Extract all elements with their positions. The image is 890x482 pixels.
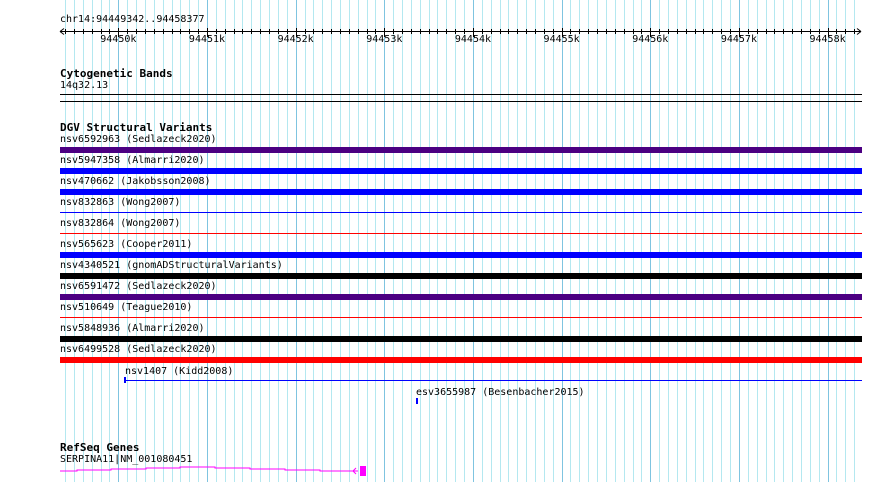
dgv-track-title[interactable]: DGV Structural Variants — [60, 122, 212, 134]
ruler-tick-label: 94454k — [454, 34, 492, 45]
sv-feature-label: nsv4340521 (gnomADStructuralVariants) — [60, 260, 283, 271]
ruler-tick-label: 94458k — [809, 34, 846, 45]
sv-feature-bar[interactable] — [60, 336, 862, 342]
sv-feature-label: nsv1407 (Kidd2008) — [125, 366, 234, 377]
cytoband-line-bottom — [60, 101, 862, 102]
sv-feature-bar[interactable] — [60, 252, 862, 258]
gene-model[interactable] — [0, 460, 890, 482]
ruler-tick-label: 94457k — [720, 34, 757, 45]
ruler-tick-label: 94453k — [366, 34, 403, 45]
sv-feature-bar[interactable] — [60, 317, 862, 318]
sv-feature-label: nsv5947358 (Almarri2020) — [60, 155, 205, 166]
cytoband-label: 14q32.13 — [60, 80, 109, 91]
sv-feature-bar[interactable] — [416, 398, 418, 404]
cytoband-track-title[interactable]: Cytogenetic Bands — [60, 68, 173, 80]
exon — [360, 466, 366, 476]
intron-line — [60, 466, 358, 472]
sv-feature-label: nsv6591472 (Sedlazeck2020) — [60, 281, 217, 292]
sv-feature-bar[interactable] — [60, 294, 862, 300]
sv-feature-label: nsv832864 (Wong2007) — [60, 218, 181, 229]
cytoband-line-top — [60, 94, 862, 95]
sv-feature-bar[interactable] — [124, 380, 862, 381]
ruler-tick-label: 94451k — [188, 34, 226, 45]
ruler-tick-label: 94456k — [632, 34, 669, 45]
sv-feature-label: nsv5848936 (Almarri2020) — [60, 323, 205, 334]
refseq-track-title[interactable]: RefSeq Genes — [60, 442, 139, 454]
ruler-tick-label: 94455k — [543, 34, 580, 45]
ruler-tick-label: 94452k — [277, 34, 314, 45]
ruler-tick-label: 94450k — [100, 34, 137, 45]
sv-feature-bar[interactable] — [60, 212, 862, 213]
sv-feature-label: nsv6499528 (Sedlazeck2020) — [60, 344, 217, 355]
sv-feature-label: esv3655987 (Besenbacher2015) — [416, 387, 585, 398]
sv-feature-bar[interactable] — [60, 357, 862, 363]
sv-feature-label: nsv565623 (Cooper2011) — [60, 239, 193, 250]
sv-feature-label: nsv510649 (Teague2010) — [60, 302, 193, 313]
sv-feature-bar[interactable] — [60, 273, 862, 279]
sv-feature-bar[interactable] — [60, 189, 862, 195]
sv-feature-bar[interactable] — [60, 233, 862, 234]
sv-feature-label: nsv832863 (Wong2007) — [60, 197, 181, 208]
genome-browser-view: chr14:94449342..94458377 94450k 94451k 944… — [0, 0, 890, 482]
sv-feature-bar[interactable] — [60, 168, 862, 174]
sv-feature-label: nsv6592963 (Sedlazeck2020) — [60, 134, 217, 145]
sv-feature-bar[interactable] — [60, 147, 862, 153]
sv-feature-label: nsv470662 (Jakobsson2008) — [60, 176, 211, 187]
